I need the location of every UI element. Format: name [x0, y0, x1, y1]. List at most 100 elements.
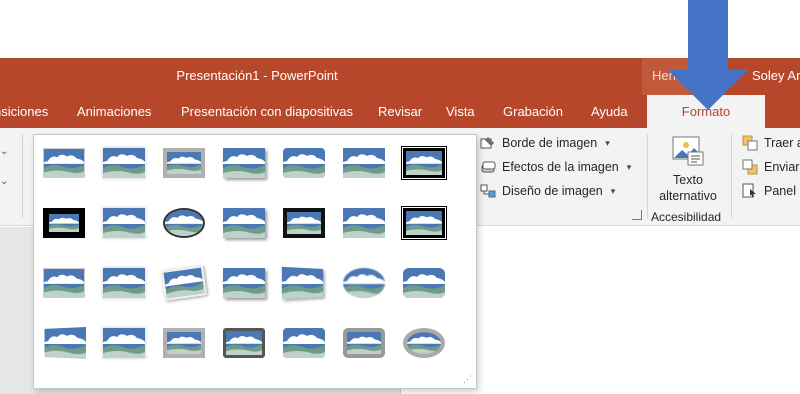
picture-style-thumbnail — [223, 328, 265, 358]
picture-style-thumbnail — [281, 266, 324, 300]
tab-review[interactable]: Revisar — [378, 104, 422, 119]
picture-style-thumbnail — [401, 146, 447, 180]
ribbon-separator — [647, 134, 648, 218]
picture-style-thumbnail — [223, 208, 265, 238]
picture-style-option[interactable] — [217, 318, 271, 368]
picture-style-option[interactable] — [97, 258, 151, 308]
picture-style-option[interactable] — [37, 198, 91, 248]
picture-style-option[interactable] — [97, 138, 151, 188]
picture-style-thumbnail — [403, 328, 445, 358]
picture-style-option[interactable] — [37, 258, 91, 308]
picture-layout-label: Diseño de imagen — [502, 184, 603, 198]
picture-style-option[interactable] — [277, 138, 331, 188]
picture-border-icon — [480, 135, 496, 151]
picture-style-option[interactable] — [157, 138, 211, 188]
picture-style-option[interactable] — [397, 198, 451, 248]
picture-style-option[interactable] — [217, 138, 271, 188]
picture-style-option[interactable] — [157, 258, 211, 308]
chevron-down-icon: ▾ — [605, 137, 610, 148]
ribbon-separator — [731, 134, 732, 218]
picture-style-thumbnail — [43, 268, 85, 298]
picture-layout-icon — [480, 183, 496, 199]
picture-style-option[interactable] — [277, 198, 331, 248]
accessibility-group-label: Accesibilidad — [651, 210, 722, 224]
picture-style-option[interactable] — [337, 198, 391, 248]
picture-styles-gallery: ⋰ — [33, 134, 477, 389]
tab-slide-show[interactable]: Presentación con diapositivas — [181, 104, 353, 119]
send-backward-icon — [742, 159, 758, 175]
annotation-arrow-head — [668, 70, 748, 110]
picture-style-option[interactable] — [157, 318, 211, 368]
selection-pane-button[interactable]: Panel d — [742, 181, 800, 201]
user-name[interactable]: Soley Ar — [752, 68, 800, 83]
chevron-down-icon: ▾ — [626, 161, 632, 172]
ribbon-separator — [22, 134, 23, 218]
picture-style-option[interactable] — [217, 258, 271, 308]
picture-layout-button[interactable]: Diseño de imagen ▾ — [480, 181, 615, 201]
selection-pane-label: Panel d — [764, 184, 800, 198]
picture-style-thumbnail — [403, 268, 445, 298]
selection-pane-icon — [742, 183, 758, 199]
picture-style-thumbnail — [163, 328, 205, 358]
picture-style-option[interactable] — [37, 138, 91, 188]
picture-effects-label: Efectos de la imagen — [502, 160, 619, 174]
alt-text-icon — [672, 136, 704, 168]
dialog-launcher-icon[interactable] — [632, 210, 642, 220]
picture-style-thumbnail — [44, 327, 87, 359]
picture-style-option[interactable] — [337, 318, 391, 368]
picture-style-thumbnail — [283, 328, 325, 358]
tab-help[interactable]: Ayuda — [591, 104, 628, 119]
picture-style-thumbnail — [43, 208, 85, 238]
picture-style-option[interactable] — [217, 198, 271, 248]
tab-recording[interactable]: Grabación — [503, 104, 563, 119]
alt-text-label-1: Texto — [673, 173, 703, 187]
picture-style-thumbnail — [343, 148, 385, 178]
picture-style-thumbnail — [343, 208, 385, 238]
bring-forward-icon — [742, 135, 758, 151]
bring-forward-label: Traer a — [764, 136, 800, 150]
picture-style-thumbnail — [283, 208, 325, 238]
picture-style-option[interactable] — [37, 318, 91, 368]
picture-style-thumbnail — [43, 148, 85, 178]
picture-style-thumbnail — [103, 268, 145, 298]
picture-style-option[interactable] — [97, 318, 151, 368]
tab-transitions[interactable]: nsiciones — [0, 104, 48, 119]
picture-style-thumbnail — [343, 268, 385, 298]
picture-border-button[interactable]: Borde de imagen ▾ — [480, 133, 610, 153]
picture-style-option[interactable] — [277, 258, 331, 308]
picture-style-thumbnail — [161, 265, 207, 301]
picture-style-option[interactable] — [397, 318, 451, 368]
bring-forward-button[interactable]: Traer a — [742, 133, 800, 153]
alt-text-label-2: alternativo — [659, 189, 717, 203]
picture-style-option[interactable] — [337, 138, 391, 188]
chevron-down-icon[interactable]: ⌄ — [0, 176, 8, 187]
tab-animations[interactable]: Animaciones — [77, 104, 151, 119]
picture-style-thumbnail — [283, 148, 325, 178]
picture-style-thumbnail — [401, 206, 447, 240]
send-backward-button[interactable]: Enviar — [742, 157, 799, 177]
window-title: Presentación1 - PowerPoint — [176, 68, 338, 83]
picture-effects-icon — [480, 159, 496, 175]
picture-style-thumbnail — [343, 328, 385, 358]
resize-grip-icon[interactable]: ⋰ — [463, 374, 472, 385]
picture-style-option[interactable] — [397, 138, 451, 188]
picture-style-thumbnail — [103, 208, 145, 238]
picture-style-option[interactable] — [157, 198, 211, 248]
picture-style-thumbnail — [103, 148, 145, 178]
picture-style-option[interactable] — [277, 318, 331, 368]
chevron-down-icon: ▾ — [610, 185, 616, 196]
send-backward-label: Enviar — [764, 160, 800, 174]
picture-border-label: Borde de imagen — [502, 136, 598, 150]
chevron-down-icon[interactable]: ⌄ — [0, 146, 8, 157]
picture-style-thumbnail — [223, 148, 265, 178]
picture-style-option[interactable] — [337, 258, 391, 308]
picture-style-thumbnail — [223, 268, 265, 298]
tab-view[interactable]: Vista — [446, 104, 475, 119]
annotation-arrow-shaft — [688, 0, 728, 78]
picture-style-option[interactable] — [97, 198, 151, 248]
picture-style-thumbnail — [163, 148, 205, 178]
alt-text-button[interactable]: Texto alternativo — [652, 134, 724, 204]
picture-style-option[interactable] — [397, 258, 451, 308]
picture-style-thumbnail — [163, 208, 205, 238]
picture-effects-button[interactable]: Efectos de la imagen ▾ — [480, 157, 631, 177]
